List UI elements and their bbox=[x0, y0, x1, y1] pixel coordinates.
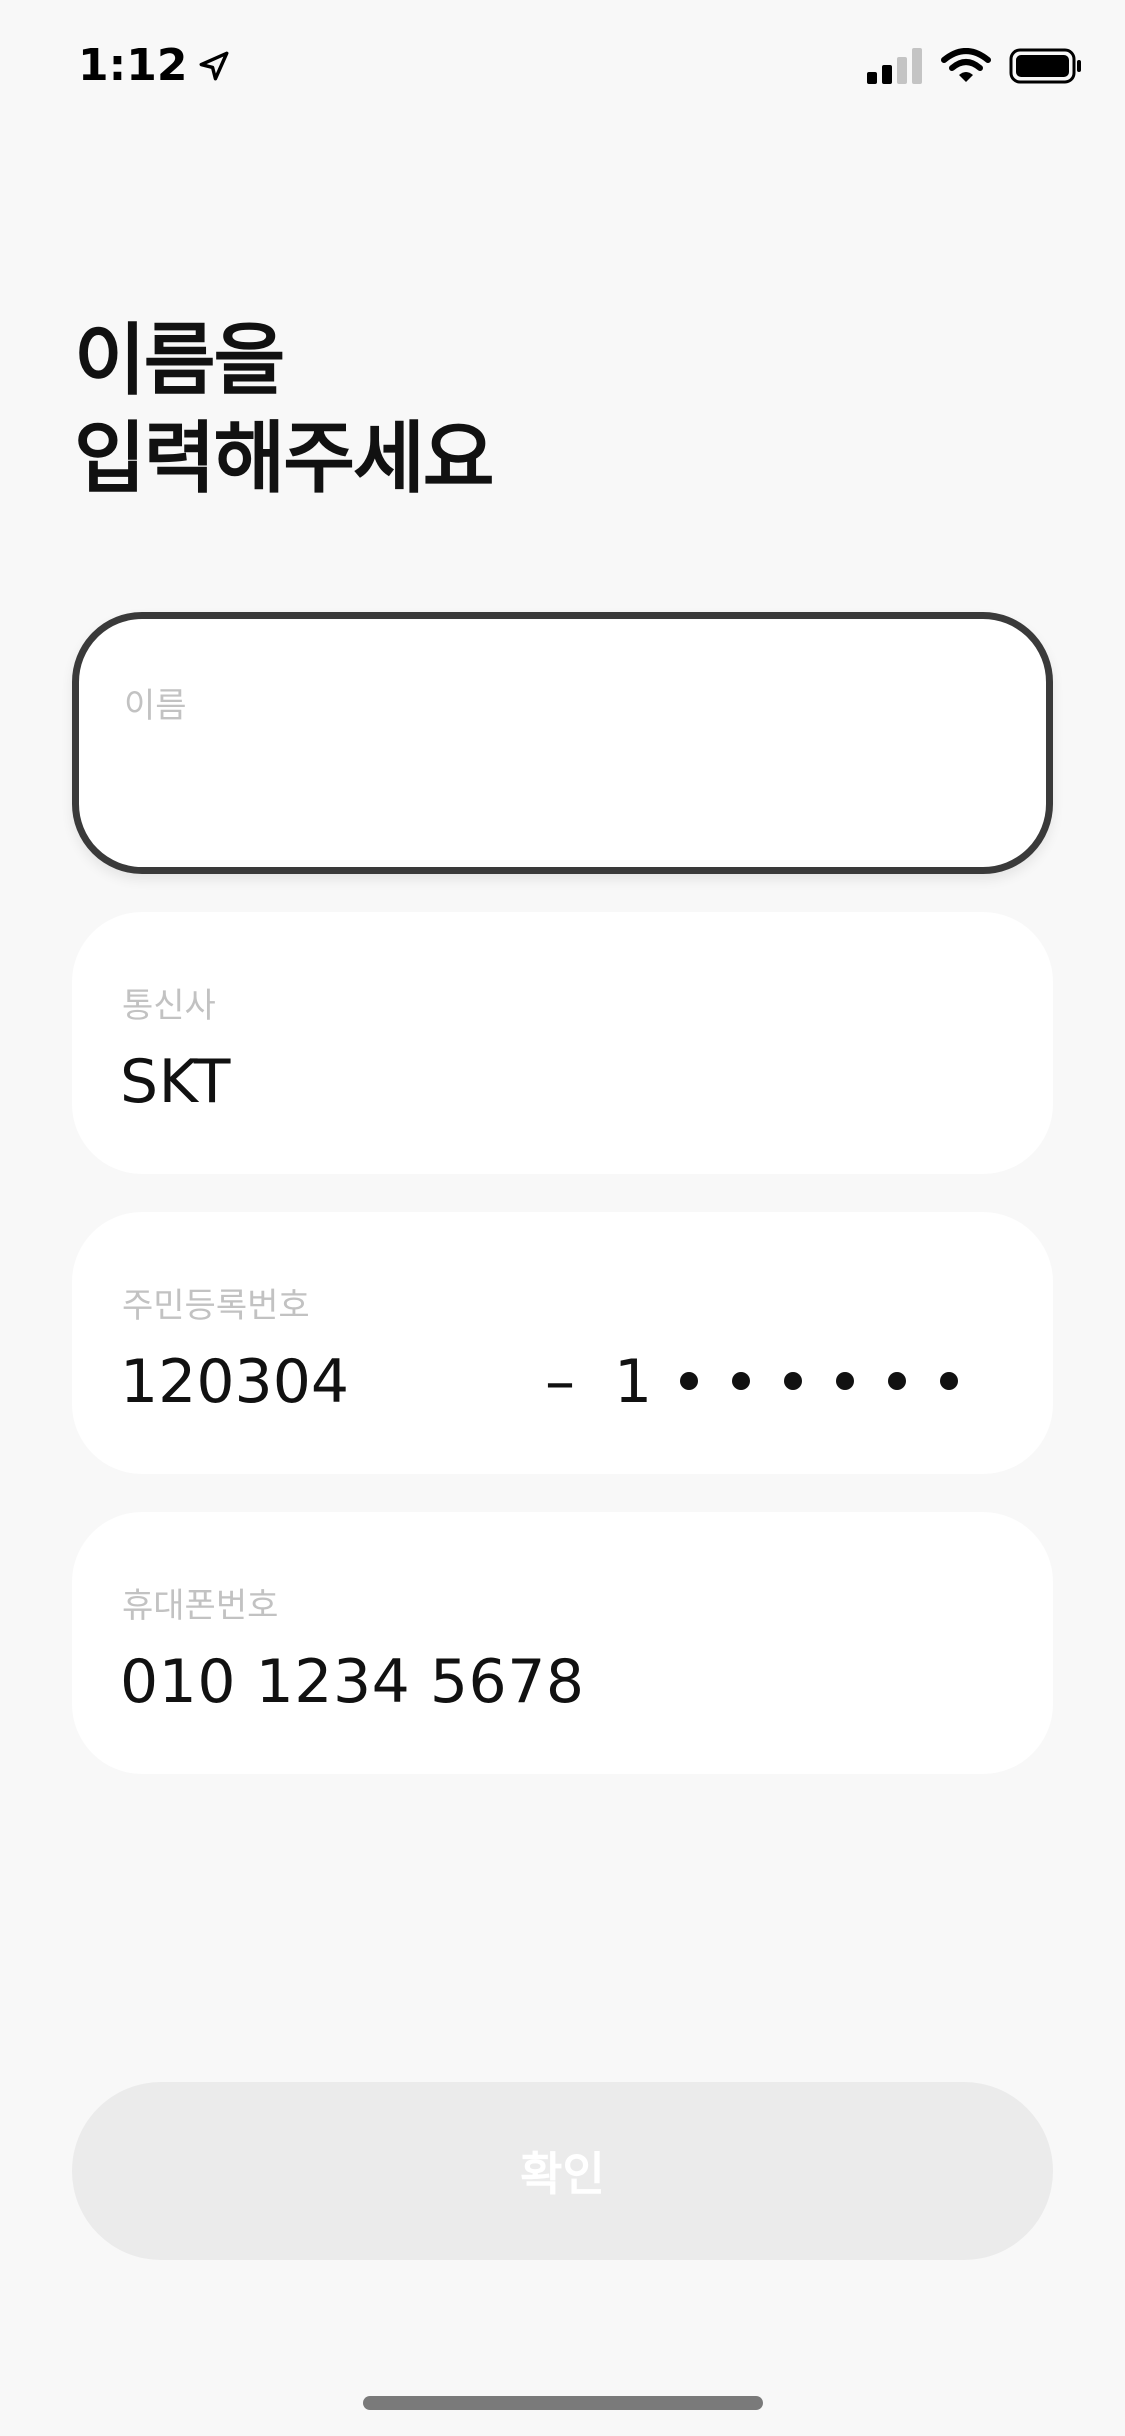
page-title: 이름을 입력해주세요 bbox=[74, 312, 495, 508]
phone-field[interactable]: 휴대폰번호 010 1234 5678 bbox=[72, 1512, 1053, 1774]
status-bar: 1:12 bbox=[0, 0, 1125, 140]
masked-digit-dot bbox=[940, 1372, 958, 1390]
carrier-field-label: 통신사 bbox=[122, 986, 216, 1026]
status-icons bbox=[867, 48, 1083, 84]
resident-number-field[interactable]: 주민등록번호 120304 – 1 bbox=[72, 1212, 1053, 1474]
page-title-line-2: 입력해주세요 bbox=[74, 414, 495, 504]
name-field[interactable]: 이름 bbox=[72, 612, 1053, 874]
page-title-line-1: 이름을 bbox=[74, 316, 285, 406]
masked-digit-dot bbox=[680, 1372, 698, 1390]
battery-icon bbox=[1009, 48, 1081, 84]
status-time: 1:12 bbox=[78, 40, 231, 91]
masked-digit-dot bbox=[888, 1372, 906, 1390]
resident-number-label: 주민등록번호 bbox=[122, 1286, 310, 1326]
location-arrow-icon bbox=[200, 51, 229, 80]
resident-number-masked-digits bbox=[680, 1372, 958, 1390]
resident-number-separator: – bbox=[545, 1347, 575, 1417]
carrier-field[interactable]: 통신사 SKT bbox=[72, 912, 1053, 1174]
confirm-button[interactable]: 확인 bbox=[72, 2082, 1053, 2260]
name-field-label: 이름 bbox=[124, 686, 187, 726]
wifi-icon bbox=[941, 48, 991, 82]
status-time-text: 1:12 bbox=[78, 40, 188, 91]
name-input[interactable] bbox=[122, 734, 1002, 814]
resident-number-front: 120304 bbox=[120, 1347, 350, 1417]
resident-number-back-first-digit: 1 bbox=[614, 1347, 653, 1417]
masked-digit-dot bbox=[836, 1372, 854, 1390]
carrier-value: SKT bbox=[120, 1047, 231, 1117]
cellular-signal-icon bbox=[867, 48, 922, 84]
phone-field-label: 휴대폰번호 bbox=[122, 1586, 279, 1626]
phone-value: 010 1234 5678 bbox=[120, 1647, 585, 1717]
masked-digit-dot bbox=[732, 1372, 750, 1390]
home-indicator bbox=[363, 2396, 763, 2410]
masked-digit-dot bbox=[784, 1372, 802, 1390]
signup-screen: 1:12 이름을 입력해주세요 이름 통신사 SKT 주민등록번호 120304… bbox=[0, 0, 1125, 2436]
